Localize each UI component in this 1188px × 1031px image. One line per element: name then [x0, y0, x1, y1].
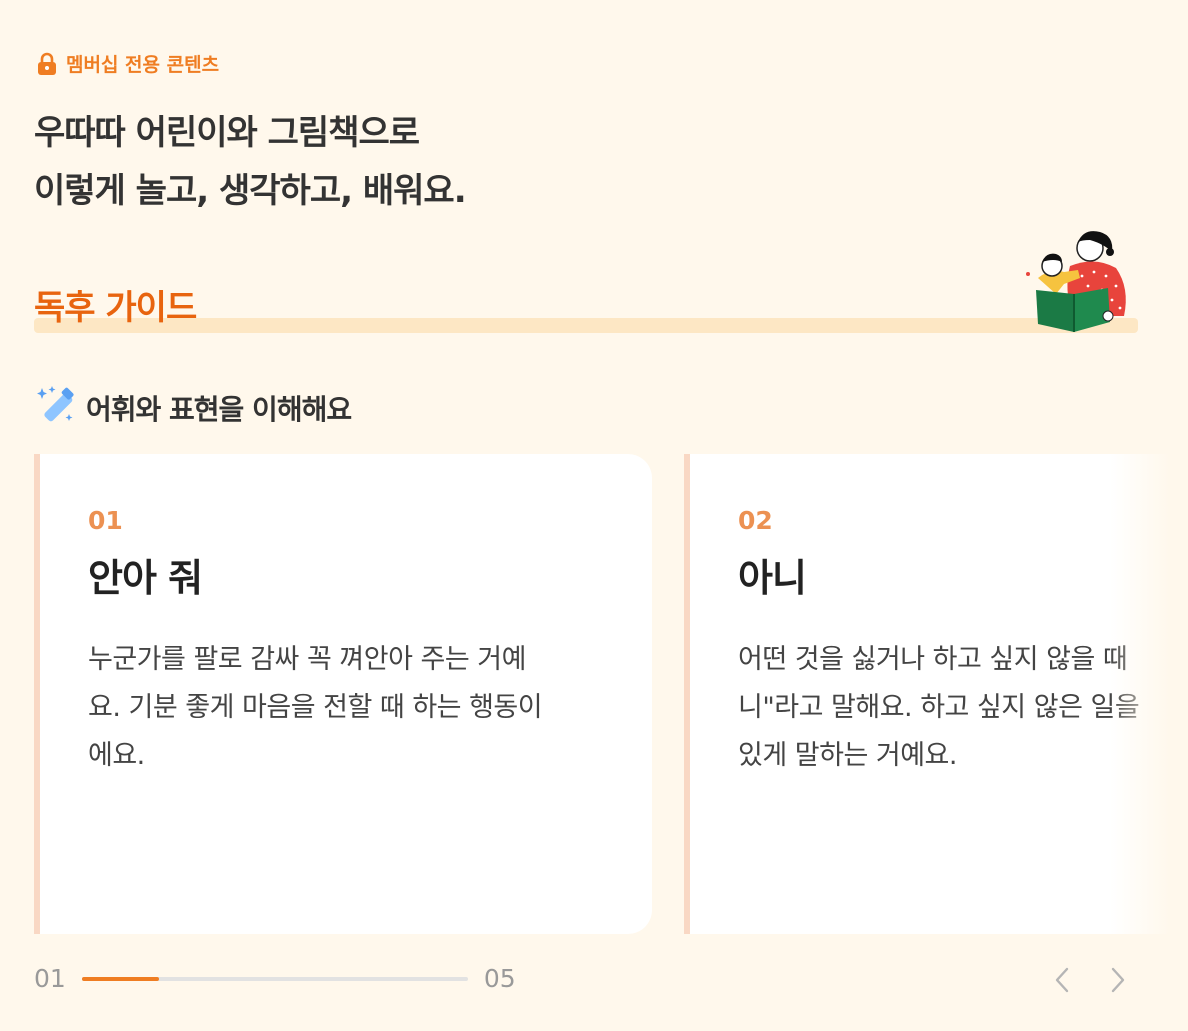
card-description-line: 요. 기분 좋게 마음을 전할 때 하는 행동이 [88, 692, 543, 723]
card-description-line: 에요. [88, 740, 145, 771]
card-number: 01 [88, 506, 123, 535]
card-description-line: 니"라고 말해요. 하고 싶지 않은 일을 [738, 692, 1140, 723]
guide-title-underline [34, 318, 1138, 333]
vocabulary-card[interactable]: 01 안아 줘 누군가를 팔로 감싸 꼭 껴안아 주는 거예 요. 기분 좋게 … [34, 454, 652, 934]
headline-line-1: 우따따 어린이와 그림책으로 [34, 113, 420, 153]
card-description-line: 누군가를 팔로 감싸 꼭 껴안아 주는 거예 [88, 644, 526, 675]
guide-title: 독후 가이드 [34, 288, 197, 328]
card-word: 아니 [738, 556, 807, 600]
lock-icon [36, 52, 58, 76]
pager-progress-track[interactable] [81, 976, 468, 981]
card-description: 어떤 것을 싫거나 하고 싶지 않을 때 니"라고 말해요. 하고 싶지 않은 … [738, 636, 1170, 780]
carousel-pager: 01 05 [34, 964, 516, 993]
membership-label: 멤버십 전용 콘텐츠 [66, 54, 220, 76]
card-word: 안아 줘 [88, 556, 203, 600]
chevron-left-icon [1052, 966, 1072, 998]
card-description-line: 있게 말하는 거예요. [738, 740, 957, 771]
card-description-line: 어떤 것을 싫거나 하고 싶지 않을 때 [738, 644, 1128, 675]
vocabulary-card[interactable]: 02 아니 어떤 것을 싫거나 하고 싶지 않을 때 니"라고 말해요. 하고 … [684, 454, 1170, 934]
pager-total: 05 [483, 964, 516, 993]
card-description: 누군가를 팔로 감싸 꼭 껴안아 주는 거예 요. 기분 좋게 마음을 전할 때… [88, 636, 604, 780]
pager-progress-fill [81, 976, 159, 981]
page-headline: 우따따 어린이와 그림책으로 이렇게 놀고, 생각하고, 배워요. [34, 104, 467, 220]
prev-button[interactable] [1046, 966, 1078, 998]
next-button[interactable] [1102, 966, 1134, 998]
vocabulary-carousel[interactable]: 01 안아 줘 누군가를 팔로 감싸 꼭 껴안아 주는 거예 요. 기분 좋게 … [34, 454, 1170, 934]
magic-wand-icon [36, 384, 76, 431]
section-heading: 어휘와 표현을 이해해요 [36, 384, 352, 431]
pager-current: 01 [34, 964, 66, 993]
section-title: 어휘와 표현을 이해해요 [86, 392, 352, 426]
membership-badge: 멤버십 전용 콘텐츠 [36, 50, 219, 77]
headline-line-2: 이렇게 놀고, 생각하고, 배워요. [34, 171, 467, 211]
card-number: 02 [738, 506, 773, 535]
chevron-right-icon [1108, 966, 1128, 998]
parent-reading-book-illustration [1020, 228, 1130, 340]
